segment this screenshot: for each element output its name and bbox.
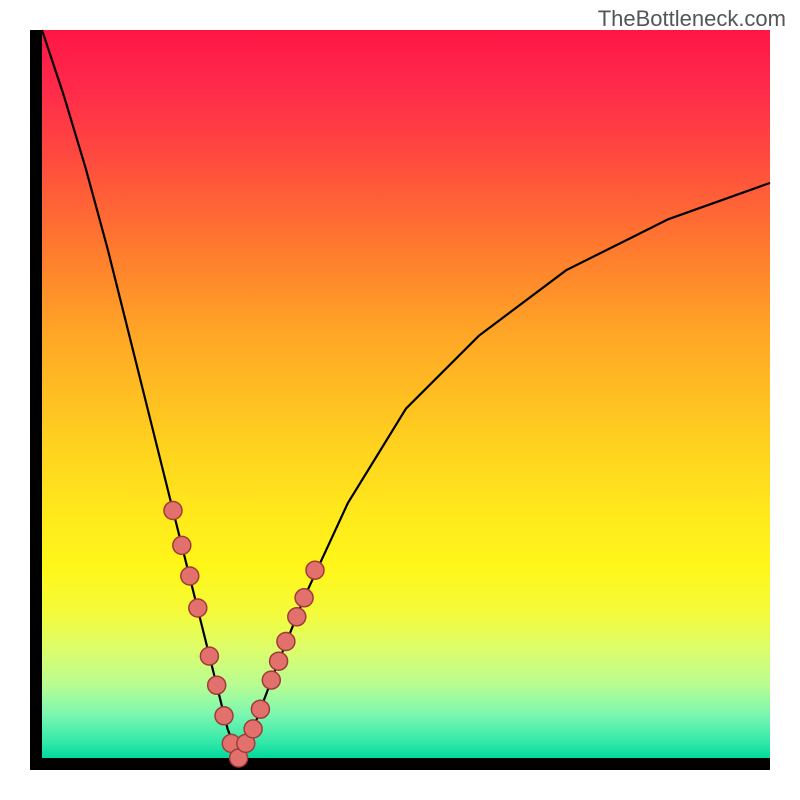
annotated-point [244, 720, 262, 738]
watermark-text: TheBottleneck.com [598, 6, 786, 32]
chart-frame [30, 30, 770, 770]
annotated-point [181, 567, 199, 585]
annotated-point [251, 700, 269, 718]
annotated-point [270, 652, 288, 670]
annotated-point [288, 608, 306, 626]
annotated-point [208, 676, 226, 694]
bottleneck-curve [42, 30, 770, 758]
annotated-point [189, 599, 207, 617]
chart-container: TheBottleneck.com [0, 0, 800, 800]
annotated-point [200, 647, 218, 665]
annotated-point [215, 707, 233, 725]
annotated-point [306, 561, 324, 579]
annotated-point [277, 633, 295, 651]
annotated-point [262, 671, 280, 689]
annotated-point [295, 589, 313, 607]
annotated-point [173, 536, 191, 554]
annotated-point [164, 502, 182, 520]
chart-svg [42, 30, 770, 758]
annotated-points-group [164, 502, 324, 768]
